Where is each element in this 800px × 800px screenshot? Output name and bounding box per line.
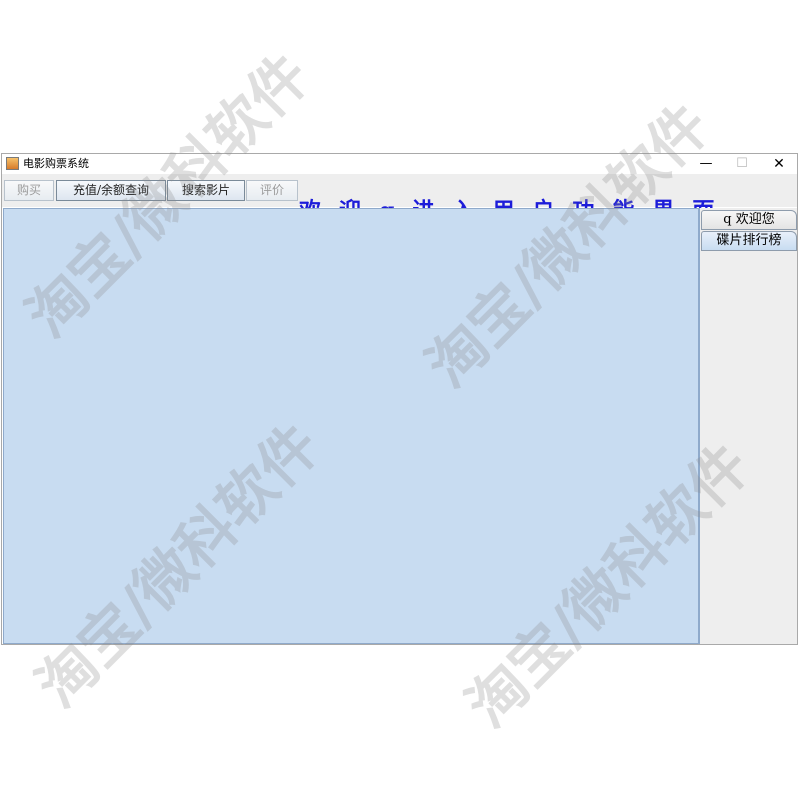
tab-welcome-user[interactable]: q 欢迎您	[701, 210, 797, 230]
window-title: 电影购票系统	[23, 157, 89, 170]
tab-disc-ranking[interactable]: 碟片排行榜	[701, 231, 797, 251]
minimize-button[interactable]: —	[688, 154, 724, 174]
maximize-button[interactable]: ☐	[724, 154, 760, 174]
recharge-balance-button[interactable]: 充值/余额查询	[56, 180, 166, 201]
search-movie-button[interactable]: 搜索影片	[167, 180, 245, 201]
buy-button[interactable]: 购买	[4, 180, 54, 201]
app-icon	[6, 157, 19, 170]
toolbar: 购买 充值/余额查询 搜索影片 评价 欢迎q进入用户功能界面	[2, 174, 797, 224]
side-tab-panel: q 欢迎您 碟片排行榜	[699, 208, 797, 644]
title-bar[interactable]: 电影购票系统 — ☐ ✕	[2, 154, 797, 174]
review-button[interactable]: 评价	[246, 180, 298, 201]
app-window: 电影购票系统 — ☐ ✕ 购买 充值/余额查询 搜索影片 评价 欢迎q进入用户功…	[1, 153, 798, 645]
close-button[interactable]: ✕	[761, 154, 797, 174]
main-content-panel	[3, 208, 699, 644]
